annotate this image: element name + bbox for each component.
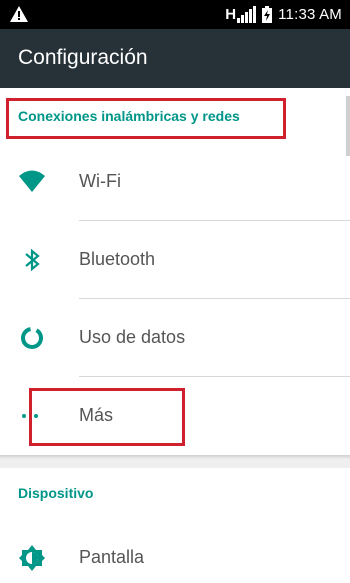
status-bar: H 11:33 AM [0, 0, 350, 29]
warning-icon [10, 6, 28, 22]
section-separator [0, 455, 350, 468]
highlight-box-section [6, 98, 286, 139]
wifi-icon [19, 170, 45, 192]
setting-label-data-usage: Uso de datos [79, 327, 186, 347]
settings-list[interactable]: Conexiones inalámbricas y redes Wi-Fi Bl… [0, 88, 350, 583]
setting-label-wifi: Wi-Fi [79, 171, 121, 191]
signal-strength-icon [237, 6, 257, 23]
setting-item-display[interactable]: Pantalla [0, 529, 350, 583]
section-header-device: Dispositivo [18, 485, 94, 501]
page-title: Configuración [18, 46, 148, 69]
data-usage-icon [21, 327, 43, 349]
network-type-label: H [225, 6, 237, 23]
setting-item-data-usage[interactable]: Uso de datos [0, 299, 350, 377]
bluetooth-icon [25, 248, 40, 272]
brightness-icon [19, 545, 45, 571]
battery-charging-icon [262, 6, 273, 23]
setting-item-wifi[interactable]: Wi-Fi [0, 143, 350, 221]
clock: 11:33 AM [278, 6, 342, 23]
setting-label-display: Pantalla [79, 547, 145, 567]
app-bar: Configuración [0, 29, 350, 88]
signal-indicator: H [225, 6, 257, 23]
setting-label-bluetooth: Bluetooth [79, 249, 156, 269]
setting-item-bluetooth[interactable]: Bluetooth [0, 221, 350, 299]
highlight-box-more [29, 388, 185, 446]
